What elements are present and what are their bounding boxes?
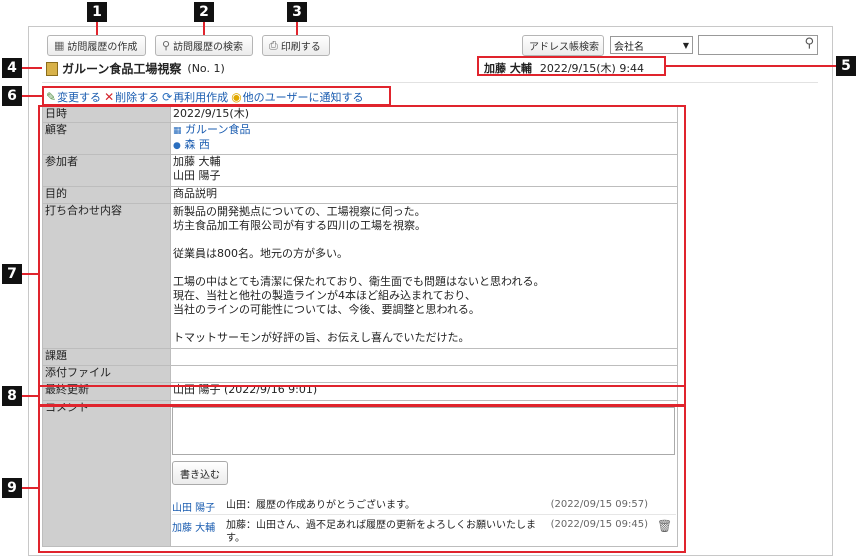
- annotation-marker-5: 5: [836, 56, 856, 76]
- search-input[interactable]: ⚲: [698, 35, 818, 55]
- company-select[interactable]: 会社名 ▼: [610, 36, 693, 54]
- search-history-button[interactable]: ⚲ 訪問履歴の検索: [155, 35, 253, 56]
- annotation-line-comments: [20, 487, 38, 489]
- print-label: 印刷する: [280, 42, 321, 53]
- annotation-marker-9: 9: [2, 478, 22, 498]
- divider: [42, 82, 818, 83]
- create-history-label: 訪問履歴の作成: [67, 42, 138, 53]
- company-select-value: 会社名: [614, 41, 644, 53]
- search-history-label: 訪問履歴の検索: [173, 42, 244, 53]
- print-button[interactable]: ⎙ 印刷する: [262, 35, 330, 56]
- annotation-marker-1: 1: [87, 2, 107, 22]
- page-title: ガルーン食品工場視察 (No. 1): [46, 60, 225, 77]
- search-icon[interactable]: ⚲: [804, 36, 814, 51]
- annotation-line-create: [96, 20, 98, 35]
- annotation-marker-3: 3: [287, 2, 307, 22]
- annotation-line-details: [20, 273, 38, 275]
- annotation-line-print: [296, 20, 298, 35]
- annotation-line-search: [203, 20, 205, 35]
- annotation-box-author: [477, 56, 666, 76]
- annotation-marker-4: 4: [2, 58, 22, 78]
- annotation-box-actions: [42, 86, 391, 106]
- document-icon: ▦: [54, 39, 65, 52]
- record-title: ガルーン食品工場視察: [62, 62, 182, 76]
- annotation-marker-2: 2: [194, 2, 214, 22]
- address-book-search-label: アドレス帳検索: [529, 42, 599, 53]
- annotation-marker-7: 7: [2, 264, 22, 284]
- annotation-line-title: [20, 67, 42, 69]
- record-number: (No. 1): [187, 62, 225, 75]
- annotation-line-updated: [20, 395, 38, 397]
- annotation-marker-6: 6: [2, 86, 22, 106]
- annotation-marker-8: 8: [2, 386, 22, 406]
- annotation-line-author: [666, 65, 836, 67]
- annotation-box-updated: [38, 385, 686, 406]
- annotation-line-actions: [20, 95, 42, 97]
- create-history-button[interactable]: ▦ 訪問履歴の作成: [47, 35, 146, 56]
- chevron-down-icon: ▼: [682, 40, 689, 50]
- visit-record-icon: [46, 61, 58, 76]
- printer-icon: ⎙: [269, 38, 278, 52]
- annotation-box-comments: [38, 405, 686, 553]
- search-icon: ⚲: [162, 39, 171, 52]
- address-book-search-button[interactable]: アドレス帳検索: [522, 35, 604, 56]
- annotation-box-details: [38, 105, 686, 387]
